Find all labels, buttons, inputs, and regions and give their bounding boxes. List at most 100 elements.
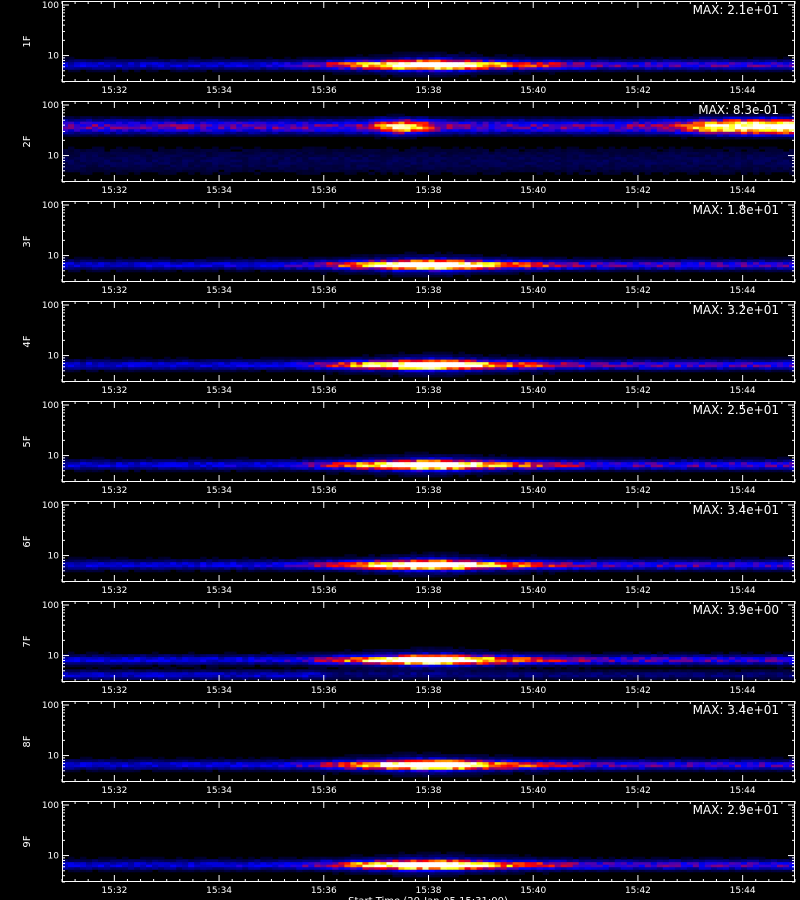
x-tick-label: 15:36 xyxy=(311,586,337,596)
heatmap-2F xyxy=(62,101,795,182)
y-tick-label: 100 xyxy=(42,1,59,11)
y-tick-label: 100 xyxy=(42,101,59,111)
x-tick-label: 15:34 xyxy=(206,886,232,896)
heatmap-8F xyxy=(62,701,795,782)
panel-8F: 15:32 15:34 15:36 15:38 15:40 15:42 15:44 10 100… xyxy=(22,701,796,796)
x-tick-label: 15:32 xyxy=(101,586,127,596)
heatmap-5F xyxy=(62,401,795,482)
x-tick-label: 15:42 xyxy=(625,286,651,296)
x-tick-label: 15:34 xyxy=(206,186,232,196)
x-tick-label: 15:44 xyxy=(730,586,756,596)
max-label: MAX: 3.4e+01 xyxy=(693,703,779,717)
y-tick-label: 100 xyxy=(42,701,59,711)
max-label: MAX: 2.1e+01 xyxy=(693,3,779,17)
detector-label: 1F xyxy=(22,35,33,47)
x-tick-label: 15:40 xyxy=(520,86,546,96)
heatmap-4F xyxy=(62,301,795,382)
x-tick-label: 15:32 xyxy=(101,686,127,696)
x-tick-label: 15:44 xyxy=(730,786,756,796)
panel-7F: 15:32 15:34 15:36 15:38 15:40 15:42 15:44 10 100… xyxy=(22,601,796,696)
x-tick-label: 15:44 xyxy=(730,686,756,696)
x-tick-label: 15:36 xyxy=(311,86,337,96)
detector-label: 8F xyxy=(22,735,33,747)
max-label: MAX: 3.4e+01 xyxy=(693,503,779,517)
x-tick-label: 15:36 xyxy=(311,286,337,296)
x-tick-label: 15:42 xyxy=(625,686,651,696)
x-tick-label: 15:32 xyxy=(101,786,127,796)
x-tick-label: 15:32 xyxy=(101,886,127,896)
x-tick-label: 15:42 xyxy=(625,886,651,896)
detector-label: 2F xyxy=(22,135,33,147)
y-tick-label: 100 xyxy=(42,201,59,211)
max-label: MAX: 2.9e+01 xyxy=(693,803,779,817)
x-tick-label: 15:42 xyxy=(625,586,651,596)
x-tick-label: 15:34 xyxy=(206,686,232,696)
max-label: MAX: 8.3e-01 xyxy=(698,103,779,117)
max-label: MAX: 3.2e+01 xyxy=(693,303,779,317)
y-tick-label: 100 xyxy=(42,401,59,411)
x-tick-label: 15:40 xyxy=(520,386,546,396)
y-tick-label: 10 xyxy=(48,352,60,362)
x-tick-label: 15:44 xyxy=(730,186,756,196)
x-tick-label: 15:34 xyxy=(206,486,232,496)
x-tick-label: 15:36 xyxy=(311,486,337,496)
x-tick-label: 15:34 xyxy=(206,786,232,796)
x-tick-label: 15:38 xyxy=(416,486,442,496)
x-tick-label: 15:42 xyxy=(625,386,651,396)
y-tick-label: 10 xyxy=(48,552,60,562)
x-tick-label: 15:38 xyxy=(416,786,442,796)
y-tick-label: 100 xyxy=(42,501,59,511)
panel-9F: 15:32 15:34 15:36 15:38 15:40 15:42 15:44 10 100… xyxy=(22,801,796,896)
x-tick-label: 15:36 xyxy=(311,686,337,696)
y-tick-label: 10 xyxy=(48,752,60,762)
x-tick-label: 15:38 xyxy=(416,386,442,396)
max-label: MAX: 2.5e+01 xyxy=(693,403,779,417)
y-tick-label: 10 xyxy=(48,252,60,262)
x-tick-label: 15:44 xyxy=(730,86,756,96)
detector-label: 6F xyxy=(22,535,33,547)
x-tick-label: 15:44 xyxy=(730,886,756,896)
detector-label: 4F xyxy=(22,335,33,347)
heatmap-1F xyxy=(62,1,795,82)
y-tick-label: 100 xyxy=(42,301,59,311)
x-tick-label: 15:36 xyxy=(311,886,337,896)
max-label: MAX: 1.8e+01 xyxy=(693,203,779,217)
x-tick-label: 15:36 xyxy=(311,186,337,196)
panel-1F: 15:32 15:34 15:36 15:38 15:40 15:42 15:44 10 100… xyxy=(22,1,796,96)
x-tick-label: 15:32 xyxy=(101,286,127,296)
detector-label: 5F xyxy=(22,435,33,447)
panel-2F: 15:32 15:34 15:36 15:38 15:40 15:42 15:44 10 100… xyxy=(22,101,796,196)
detector-label: 7F xyxy=(22,635,33,647)
y-tick-label: 10 xyxy=(48,52,60,62)
x-tick-label: 15:40 xyxy=(520,486,546,496)
heatmap-3F xyxy=(62,201,795,282)
x-tick-label: 15:32 xyxy=(101,386,127,396)
x-tick-label: 15:38 xyxy=(416,286,442,296)
y-tick-label: 10 xyxy=(48,152,60,162)
x-tick-label: 15:36 xyxy=(311,386,337,396)
x-tick-label: 15:40 xyxy=(520,686,546,696)
heatmap-9F xyxy=(62,801,795,882)
x-tick-label: 15:38 xyxy=(416,186,442,196)
x-tick-label: 15:34 xyxy=(206,586,232,596)
x-tick-label: 15:32 xyxy=(101,486,127,496)
x-tick-label: 15:42 xyxy=(625,186,651,196)
x-tick-label: 15:40 xyxy=(520,786,546,796)
x-tick-label: 15:40 xyxy=(520,886,546,896)
x-tick-label: 15:38 xyxy=(416,86,442,96)
x-tick-label: 15:40 xyxy=(520,586,546,596)
y-tick-label: 10 xyxy=(48,452,60,462)
x-tick-label: 15:38 xyxy=(416,886,442,896)
x-axis-title: Start Time (20-Jan-05 15:31:00) xyxy=(348,896,508,900)
x-tick-label: 15:34 xyxy=(206,386,232,396)
x-tick-label: 15:36 xyxy=(311,786,337,796)
x-tick-label: 15:38 xyxy=(416,586,442,596)
x-tick-label: 15:44 xyxy=(730,286,756,296)
x-tick-label: 15:40 xyxy=(520,286,546,296)
y-tick-label: 100 xyxy=(42,601,59,611)
y-tick-label: 10 xyxy=(48,652,60,662)
max-label: MAX: 3.9e+00 xyxy=(693,603,779,617)
panel-5F: 15:32 15:34 15:36 15:38 15:40 15:42 15:44 10 100… xyxy=(22,401,796,496)
detector-label: 9F xyxy=(22,835,33,847)
detector-label: 3F xyxy=(22,235,33,247)
